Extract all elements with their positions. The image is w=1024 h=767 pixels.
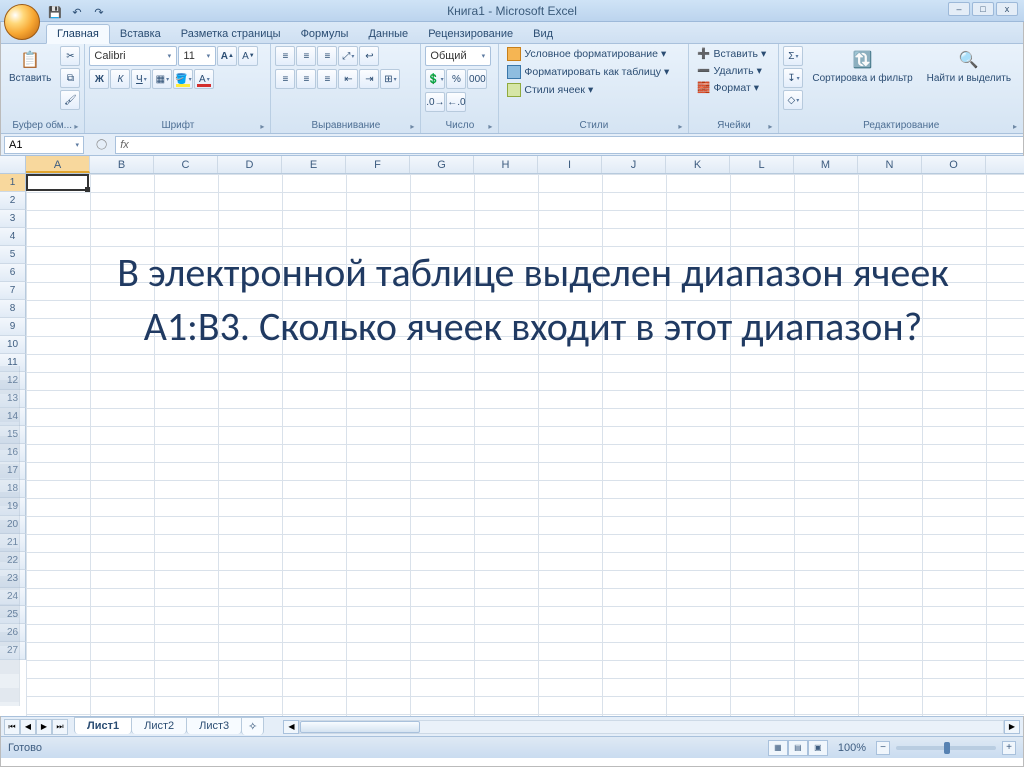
column-header[interactable]: H (474, 156, 538, 173)
maximize-button[interactable]: □ (972, 2, 994, 16)
question-text: В электронной таблице выделен диапазон я… (82, 246, 984, 354)
slide-thumbnails-overlay (0, 366, 20, 706)
window-controls: – □ x (948, 2, 1018, 16)
worksheet-area: ABCDEFGHIJKLMNO 123456789101112131415161… (0, 156, 1024, 716)
column-header[interactable]: O (922, 156, 986, 173)
column-header[interactable]: J (602, 156, 666, 173)
tab-home[interactable]: Главная (46, 24, 110, 44)
quick-access-toolbar: 💾 ↶ ↷ (46, 4, 108, 20)
close-button[interactable]: x (996, 2, 1018, 16)
hscroll-track[interactable] (299, 720, 1004, 734)
active-cell[interactable] (26, 174, 89, 191)
column-header[interactable]: K (666, 156, 730, 173)
row-header[interactable]: 1 (0, 174, 26, 192)
column-header[interactable]: C (154, 156, 218, 173)
row-header[interactable]: 7 (0, 282, 26, 300)
qat-undo[interactable]: ↶ (68, 4, 86, 20)
column-header[interactable]: M (794, 156, 858, 173)
sheet-tab-1[interactable]: Лист1 (74, 717, 132, 734)
group-clipboard-label: Буфер обм... (4, 119, 80, 133)
qat-save[interactable]: 💾 (46, 4, 64, 20)
hscroll-thumb[interactable] (300, 721, 420, 733)
group-editing-label: Редактирование (783, 119, 1019, 133)
sheet-tabs-bar: ⏮ ◀ ▶ ⏭ Лист1 Лист2 Лист3 ✧ ◀ ▶ (0, 716, 1024, 736)
row-header[interactable]: 8 (0, 300, 26, 318)
sheet-tab-2[interactable]: Лист2 (131, 717, 187, 734)
sheet-tab-3[interactable]: Лист3 (186, 717, 242, 734)
zoom-thumb[interactable] (944, 742, 950, 754)
title-bar: 💾 ↶ ↷ Книга1 - Microsoft Excel – □ x (0, 0, 1024, 22)
fill-color-button[interactable]: 🪣 (173, 69, 193, 89)
horizontal-scrollbar[interactable]: ◀ ▶ (283, 720, 1020, 734)
group-styles-label: Стили (503, 119, 684, 133)
qat-redo[interactable]: ↷ (90, 4, 108, 20)
column-header[interactable]: G (410, 156, 474, 173)
column-header[interactable]: I (538, 156, 602, 173)
row-header[interactable]: 6 (0, 264, 26, 282)
row-header[interactable]: 5 (0, 246, 26, 264)
row-header[interactable]: 10 (0, 336, 26, 354)
cells-area[interactable]: В электронной таблице выделен диапазон я… (26, 174, 1024, 716)
column-header[interactable]: D (218, 156, 282, 173)
zoom-slider[interactable] (896, 746, 996, 750)
column-header[interactable]: L (730, 156, 794, 173)
window-title: Книга1 - Microsoft Excel (447, 4, 577, 18)
group-cells-label: Ячейки (693, 119, 774, 133)
group-number-label: Число (425, 119, 494, 133)
column-header[interactable]: N (858, 156, 922, 173)
column-header[interactable]: A (26, 156, 90, 173)
column-headers: ABCDEFGHIJKLMNO (0, 156, 1024, 174)
group-font-label: Шрифт (89, 119, 266, 133)
font-color-button[interactable]: A (194, 69, 214, 89)
row-header[interactable]: 4 (0, 228, 26, 246)
new-sheet-tab[interactable]: ✧ (241, 717, 264, 735)
select-all-corner[interactable] (0, 156, 26, 173)
column-header[interactable]: B (90, 156, 154, 173)
group-alignment-label: Выравнивание (275, 119, 416, 133)
row-header[interactable]: 2 (0, 192, 26, 210)
row-header[interactable]: 9 (0, 318, 26, 336)
office-button[interactable] (4, 4, 40, 40)
column-header[interactable]: F (346, 156, 410, 173)
row-header[interactable]: 3 (0, 210, 26, 228)
column-header[interactable]: E (282, 156, 346, 173)
minimize-button[interactable]: – (948, 2, 970, 16)
